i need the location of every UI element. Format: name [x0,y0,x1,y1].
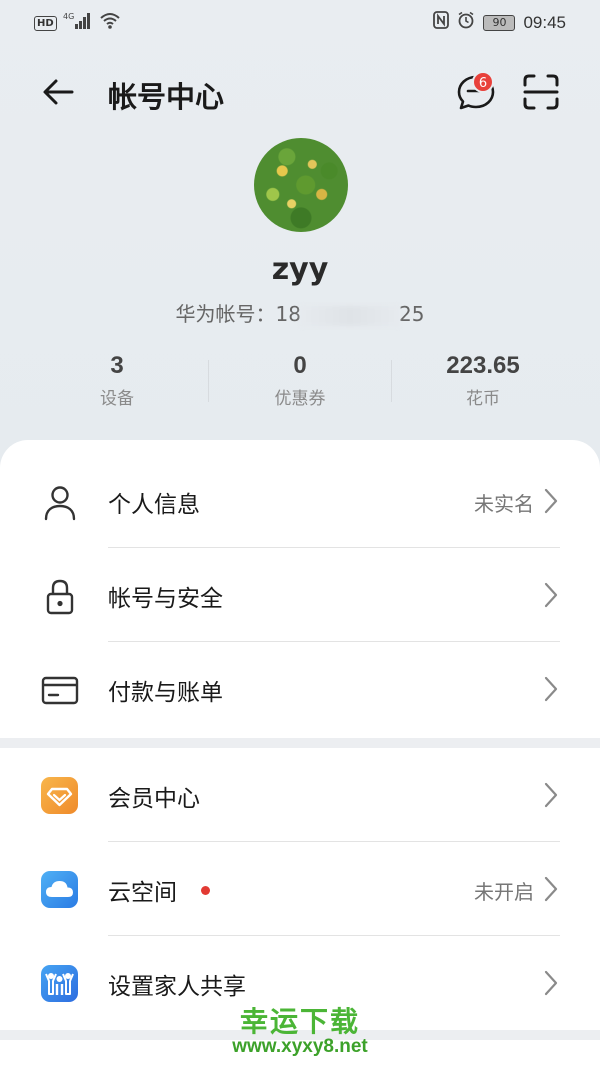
account-number: 华为帐号：18 25 [0,298,600,327]
menu-item-label: 云空间 [108,880,177,906]
menu-item-label: 个人信息 [108,492,200,518]
chevron-right-icon [544,876,558,902]
menu-item-label: 设置家人共享 [108,974,246,1000]
hd-indicator: HD [34,16,57,31]
alarm-icon [457,11,475,34]
menu-item-value: 未开启 [474,880,534,904]
account-suffix: 25 [399,302,425,326]
watermark-url: www.xyxy8.net [232,1036,368,1057]
chevron-right-icon [544,676,558,702]
username: zyy [271,252,329,287]
arrow-left-icon [43,79,74,105]
wifi-icon [99,12,121,35]
stats-bar: 3 设备 0 优惠券 223.65 花币 [0,352,600,416]
stat-label: 花币 [466,389,500,409]
services-menu-card: 会员中心 云空间 未开启 设置家人共享 [0,748,600,1030]
menu-item-value: 未实名 [474,492,534,516]
app-header: 帐号中心 6 [0,60,600,124]
stat-coupons[interactable]: 0 优惠券 [210,352,390,409]
chevron-right-icon [544,488,558,514]
chevron-right-icon [544,582,558,608]
stat-huawei-coins[interactable]: 223.65 花币 [393,352,573,409]
account-label: 华为帐号： [175,302,276,326]
menu-item-personal-info[interactable]: 个人信息 未实名 [0,454,600,548]
stat-label: 优惠券 [274,389,326,409]
person-icon [40,482,80,522]
lock-icon [40,576,80,616]
message-count-badge: 6 [472,71,494,93]
account-menu-card: 个人信息 未实名 帐号与安全 付款与账单 [0,440,600,738]
new-indicator-dot [201,886,210,895]
card-icon [40,670,80,710]
avatar[interactable] [254,138,348,232]
watermark-title: 幸运下载 [239,1005,360,1038]
stat-value: 0 [293,352,307,379]
back-button[interactable] [38,72,78,112]
masked-digits [301,305,399,326]
menu-item-payment-bills[interactable]: 付款与账单 [0,642,600,736]
stat-divider [208,360,209,402]
page-title: 帐号中心 [108,80,225,114]
nfc-icon [433,11,450,34]
stat-label: 设备 [100,389,134,409]
menu-item-label: 帐号与安全 [108,586,223,612]
battery-indicator: 90 [483,14,516,31]
stat-value: 223.65 [446,352,520,379]
menu-item-account-security[interactable]: 帐号与安全 [0,548,600,642]
status-bar: HD 4G 90 09:45 [0,0,600,44]
chevron-right-icon [544,782,558,808]
family-icon [41,965,78,1002]
account-prefix: 18 [275,302,301,326]
menu-item-label: 会员中心 [108,786,200,812]
menu-item-cloud-space[interactable]: 云空间 未开启 [0,842,600,936]
cloud-icon [41,871,78,908]
clock: 09:45 [523,12,566,32]
stat-divider [391,360,392,402]
vip-diamond-icon [41,777,78,814]
signal-icon: 4G [63,12,93,35]
menu-item-label: 付款与账单 [108,680,223,706]
chevron-right-icon [544,970,558,996]
scan-icon [523,74,559,110]
scan-button[interactable] [521,72,561,112]
stat-value: 3 [110,352,124,379]
stat-devices[interactable]: 3 设备 [27,352,207,409]
menu-item-vip-center[interactable]: 会员中心 [0,748,600,842]
network-type: 4G [63,12,74,21]
